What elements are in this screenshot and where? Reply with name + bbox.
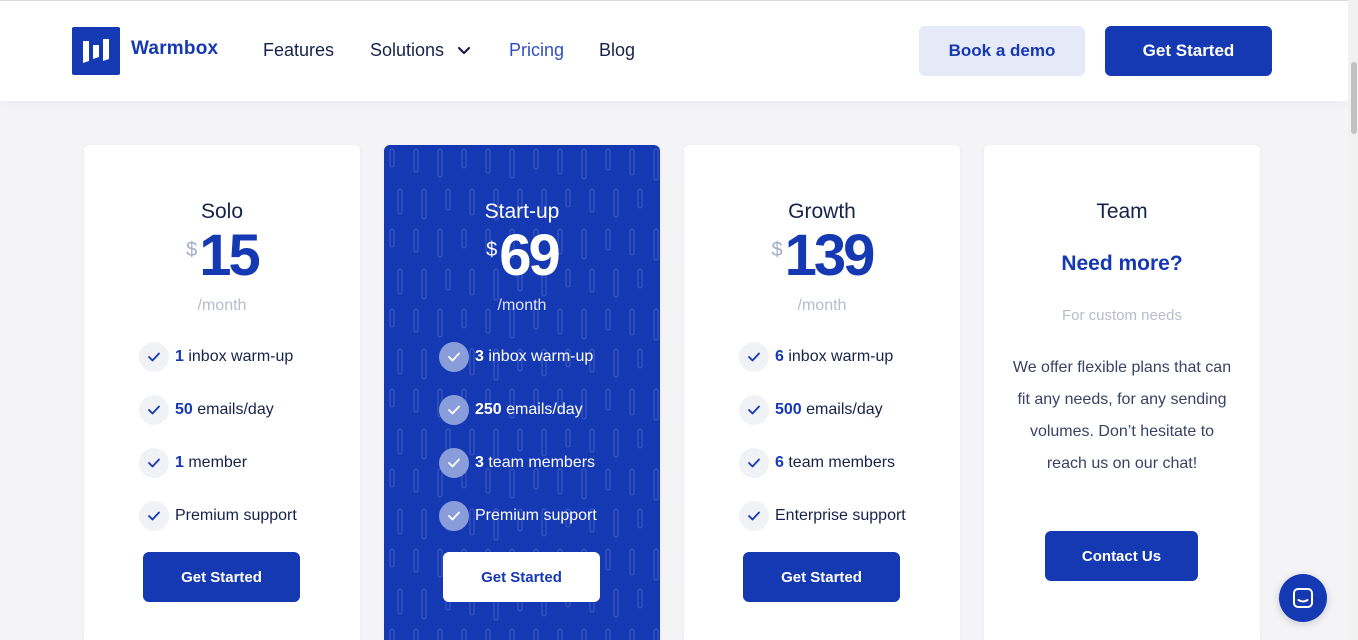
feature-label: inbox warm-up bbox=[783, 348, 894, 365]
feature-number: 250 bbox=[475, 401, 502, 418]
check-icon bbox=[439, 501, 469, 531]
feature-item: 1 inbox warm-up bbox=[139, 342, 293, 372]
nav-pricing[interactable]: Pricing bbox=[509, 40, 564, 61]
plan-card-growth: Growth $139 /month 6 inbox warm-up 500 e… bbox=[684, 145, 960, 640]
feature-item: 6 inbox warm-up bbox=[739, 342, 893, 372]
check-icon bbox=[139, 395, 169, 425]
feature-label: inbox warm-up bbox=[483, 348, 594, 365]
team-subtitle: For custom needs bbox=[1061, 307, 1183, 324]
feature-label: Premium support bbox=[175, 507, 297, 524]
check-icon bbox=[139, 501, 169, 531]
top-divider bbox=[0, 0, 1348, 1]
feature-label: inbox warm-up bbox=[183, 348, 294, 365]
plan-name: Growth bbox=[788, 200, 856, 223]
feature-label: team members bbox=[783, 454, 896, 471]
price-amount: 15 bbox=[199, 223, 260, 288]
chat-launcher-button[interactable] bbox=[1279, 574, 1327, 622]
brand-name[interactable]: Warmbox bbox=[131, 38, 218, 60]
price: $139 bbox=[684, 225, 960, 287]
chat-icon bbox=[1293, 588, 1313, 608]
plan-card-team: Team Need more? For custom needs We offe… bbox=[984, 145, 1260, 640]
feature-item: 500 emails/day bbox=[739, 395, 883, 425]
feature-number: 6 bbox=[775, 348, 784, 365]
warmbox-logo-icon[interactable] bbox=[72, 27, 120, 75]
check-icon bbox=[439, 342, 469, 372]
feature-number: 1 bbox=[175, 348, 184, 365]
feature-item: 250 emails/day bbox=[439, 395, 583, 425]
feature-label: emails/day bbox=[501, 401, 583, 418]
check-icon bbox=[139, 448, 169, 478]
price: $69 bbox=[384, 225, 660, 287]
price-period: /month bbox=[497, 297, 547, 314]
check-icon bbox=[739, 501, 769, 531]
check-icon bbox=[739, 342, 769, 372]
nav-solutions[interactable]: Solutions bbox=[370, 40, 444, 61]
feature-item: Premium support bbox=[439, 501, 597, 531]
feature-label: emails/day bbox=[192, 401, 274, 418]
feature-number: 1 bbox=[175, 454, 184, 471]
feature-item: 3 team members bbox=[439, 448, 595, 478]
feature-label: team members bbox=[483, 454, 596, 471]
book-demo-button[interactable]: Book a demo bbox=[919, 26, 1085, 76]
feature-label: Enterprise support bbox=[775, 507, 906, 524]
feature-number: 3 bbox=[475, 348, 484, 365]
plan-name: Start-up bbox=[484, 200, 560, 223]
plan-name: Team bbox=[1096, 200, 1148, 223]
site-header: Warmbox Features Solutions Pricing Blog … bbox=[0, 0, 1348, 101]
feature-label: member bbox=[183, 454, 248, 471]
check-icon bbox=[739, 395, 769, 425]
check-icon bbox=[139, 342, 169, 372]
currency-symbol: $ bbox=[186, 239, 198, 261]
feature-item: Premium support bbox=[139, 501, 297, 531]
feature-item: 50 emails/day bbox=[139, 395, 274, 425]
scrollbar-thumb[interactable] bbox=[1351, 62, 1357, 134]
feature-item: Enterprise support bbox=[739, 501, 906, 531]
plan-card-solo: Solo $15 /month 1 inbox warm-up 50 email… bbox=[84, 145, 360, 640]
plan-card-startup: Start-up $69 /month 3 inbox warm-up 250 … bbox=[384, 145, 660, 640]
solo-get-started-button[interactable]: Get Started bbox=[143, 552, 300, 602]
check-icon bbox=[439, 448, 469, 478]
price-amount: 69 bbox=[499, 223, 560, 288]
check-icon bbox=[439, 395, 469, 425]
feature-item: 1 member bbox=[139, 448, 247, 478]
chevron-down-icon[interactable] bbox=[456, 43, 472, 59]
feature-number: 3 bbox=[475, 454, 484, 471]
feature-number: 500 bbox=[775, 401, 802, 418]
feature-label: Premium support bbox=[475, 507, 597, 524]
team-headline: Need more? bbox=[1061, 252, 1183, 275]
feature-item: 3 inbox warm-up bbox=[439, 342, 593, 372]
check-icon bbox=[739, 448, 769, 478]
price: $15 bbox=[84, 225, 360, 287]
header-get-started-button[interactable]: Get Started bbox=[1105, 26, 1272, 76]
price-period: /month bbox=[797, 297, 847, 314]
price-period: /month bbox=[197, 297, 247, 314]
plan-name: Solo bbox=[200, 200, 244, 223]
feature-item: 6 team members bbox=[739, 448, 895, 478]
price-amount: 139 bbox=[784, 223, 876, 288]
feature-number: 6 bbox=[775, 454, 784, 471]
nav-blog[interactable]: Blog bbox=[599, 40, 635, 61]
nav-features[interactable]: Features bbox=[263, 40, 334, 61]
growth-get-started-button[interactable]: Get Started bbox=[743, 552, 900, 602]
team-description: We offer flexible plans that can fit any… bbox=[1012, 359, 1232, 472]
currency-symbol: $ bbox=[771, 239, 783, 261]
contact-us-button[interactable]: Contact Us bbox=[1045, 531, 1198, 581]
currency-symbol: $ bbox=[486, 239, 498, 261]
feature-label: emails/day bbox=[801, 401, 883, 418]
startup-get-started-button[interactable]: Get Started bbox=[443, 552, 600, 602]
feature-number: 50 bbox=[175, 401, 193, 418]
